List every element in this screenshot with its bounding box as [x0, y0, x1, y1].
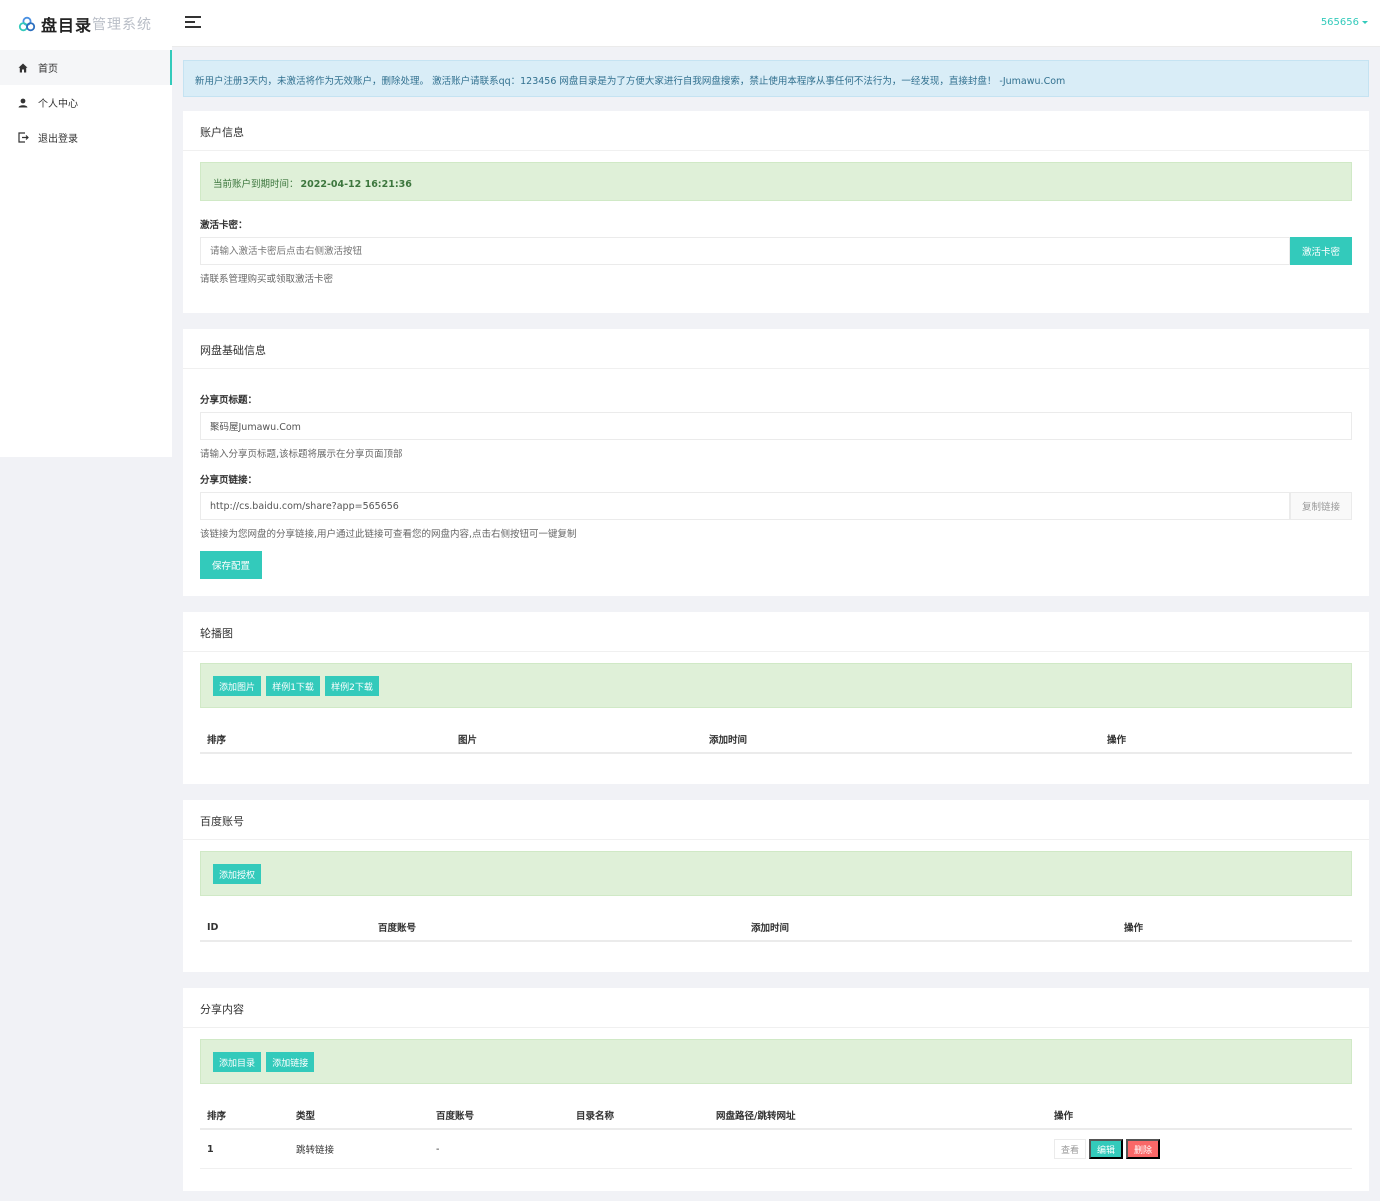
share-title-label: 分享页标题：: [200, 395, 258, 406]
column-header: 操作: [1117, 914, 1352, 942]
column-header: 目录名称: [569, 1102, 709, 1130]
account-card: 账户信息 当前账户到期时间： 2022-04-12 16:21:36 激活卡密： …: [183, 111, 1369, 313]
activate-button[interactable]: 激活卡密: [1290, 237, 1352, 265]
share-title-input[interactable]: [200, 412, 1352, 440]
column-header: 百度账号: [371, 914, 744, 942]
row-type: 跳转链接: [289, 1129, 429, 1169]
sidebar-item-label: 退出登录: [38, 134, 78, 145]
caret-down-icon: [1362, 20, 1368, 24]
logo-icon: [18, 16, 36, 32]
sidebar: 盘目录 管理系统 首页 个人中心 退出登录: [0, 0, 172, 457]
column-header: 添加时间: [702, 726, 1100, 754]
sidebar-item-label: 首页: [38, 64, 58, 75]
row-directory-name: [569, 1129, 709, 1169]
brand-name: 盘目录: [41, 16, 93, 35]
card-title: 网盘基础信息: [183, 329, 1369, 369]
column-header: 添加时间: [744, 914, 1117, 942]
carousel-card: 轮播图 添加图片 样例1下载 样例2下载 排序 图片 添加时间 操作: [183, 612, 1369, 784]
home-icon: [17, 62, 29, 74]
column-header: 排序: [200, 1102, 289, 1130]
brand[interactable]: 盘目录 管理系统: [0, 0, 172, 48]
share-title-help: 请输入分享页标题,该标题将展示在分享页面顶部: [200, 449, 403, 460]
card-title: 分享内容: [183, 988, 1369, 1028]
carousel-toolbar: 添加图片 样例1下载 样例2下载: [200, 663, 1352, 708]
user-icon: [17, 97, 29, 109]
brand-subtitle: 管理系统: [92, 17, 153, 33]
username: 565656: [1320, 17, 1359, 28]
share-table: 排序 类型 百度账号 目录名称 网盘路径/跳转网址 操作 1 跳转链接 - 查看…: [200, 1102, 1352, 1169]
column-header: 百度账号: [429, 1102, 569, 1130]
add-image-button[interactable]: 添加图片: [213, 676, 262, 696]
view-button[interactable]: 查看: [1054, 1139, 1087, 1159]
save-config-button[interactable]: 保存配置: [200, 551, 262, 579]
logout-icon: [17, 132, 29, 144]
main-content: 新用户注册3天内，未激活将作为无效账户，删除处理。 激活账户请联系qq：1234…: [183, 60, 1369, 1201]
share-link-label: 分享页链接：: [200, 475, 258, 486]
delete-button[interactable]: 删除: [1126, 1139, 1161, 1159]
sample2-download-button[interactable]: 样例2下载: [325, 676, 379, 696]
share-link-help: 该链接为您网盘的分享链接,用户通过此链接可查看您的网盘内容,点击右侧按钮可一键复…: [200, 529, 577, 540]
row-account: -: [429, 1129, 569, 1169]
share-content-card: 分享内容 添加目录 添加链接 排序 类型 百度账号 目录名称 网盘路径/跳转网址…: [183, 988, 1369, 1191]
baidu-table: ID 百度账号 添加时间 操作: [200, 914, 1352, 942]
column-header: ID: [200, 914, 371, 942]
edit-button[interactable]: 编辑: [1089, 1139, 1124, 1159]
column-header: 操作: [1047, 1102, 1352, 1130]
sidebar-item-profile[interactable]: 个人中心: [0, 85, 172, 120]
expiry-alert: 当前账户到期时间： 2022-04-12 16:21:36: [200, 162, 1352, 201]
sidebar-item-logout[interactable]: 退出登录: [0, 120, 172, 155]
row-path: [709, 1129, 1047, 1169]
column-header: 图片: [451, 726, 702, 754]
add-link-button[interactable]: 添加链接: [266, 1052, 315, 1072]
column-header: 类型: [289, 1102, 429, 1130]
basic-info-card: 网盘基础信息 分享页标题： 请输入分享页标题,该标题将展示在分享页面顶部 分享页…: [183, 329, 1369, 596]
sample1-download-button[interactable]: 样例1下载: [266, 676, 320, 696]
expiry-label: 当前账户到期时间：: [213, 179, 299, 190]
card-title: 百度账号: [183, 800, 1369, 840]
add-directory-button[interactable]: 添加目录: [213, 1052, 262, 1072]
baidu-account-card: 百度账号 添加授权 ID 百度账号 添加时间 操作: [183, 800, 1369, 972]
row-actions: 查看 编辑 删除: [1047, 1129, 1352, 1169]
notice-banner: 新用户注册3天内，未激活将作为无效账户，删除处理。 激活账户请联系qq：1234…: [183, 60, 1369, 97]
baidu-toolbar: 添加授权: [200, 851, 1352, 896]
add-auth-button[interactable]: 添加授权: [213, 864, 262, 884]
share-link-input[interactable]: [200, 492, 1290, 520]
column-header: 网盘路径/跳转网址: [709, 1102, 1047, 1130]
column-header: 操作: [1100, 726, 1352, 754]
expiry-value: 2022-04-12 16:21:36: [300, 179, 412, 190]
card-key-help: 请联系管理购买或领取激活卡密: [200, 274, 334, 285]
card-title: 账户信息: [183, 111, 1369, 151]
sidebar-item-label: 个人中心: [38, 99, 78, 110]
card-key-input[interactable]: [200, 237, 1290, 265]
row-order: 1: [200, 1129, 289, 1169]
topbar: 565656: [172, 0, 1380, 47]
card-title: 轮播图: [183, 612, 1369, 652]
column-header: 排序: [200, 726, 451, 754]
user-dropdown[interactable]: 565656: [1321, 17, 1368, 28]
card-key-label: 激活卡密：: [200, 220, 248, 231]
table-row: 1 跳转链接 - 查看 编辑 删除: [200, 1129, 1352, 1169]
carousel-table: 排序 图片 添加时间 操作: [200, 726, 1352, 754]
sidebar-item-home[interactable]: 首页: [0, 50, 172, 85]
copy-link-button[interactable]: 复制链接: [1290, 492, 1352, 520]
share-toolbar: 添加目录 添加链接: [200, 1039, 1352, 1084]
menu-toggle-icon[interactable]: [185, 16, 201, 30]
